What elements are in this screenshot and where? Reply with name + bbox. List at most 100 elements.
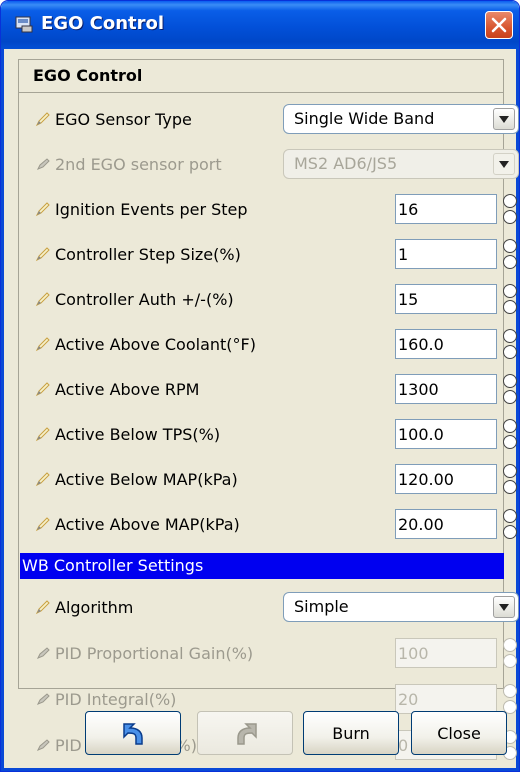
setting-row: Controller Auth +/-(%) — [31, 282, 517, 316]
value-spinner[interactable] — [503, 464, 517, 494]
setting-value-input[interactable] — [398, 688, 492, 710]
spinner-down-button[interactable] — [503, 435, 517, 449]
ego-control-window: EGO Control EGO Control EGO Sensor Type S… — [0, 0, 520, 772]
setting-input[interactable] — [395, 329, 497, 359]
chevron-down-icon — [499, 604, 509, 611]
setting-row: Controller Step Size(%) — [31, 237, 517, 271]
spinner-down-button[interactable] — [503, 300, 517, 314]
setting-value-input[interactable] — [398, 333, 492, 355]
setting-input[interactable] — [395, 239, 497, 269]
close-label: Close — [437, 724, 481, 743]
undo-arrow-icon — [123, 723, 143, 745]
select-value: Simple — [294, 597, 349, 616]
spinner-up-button[interactable] — [503, 284, 517, 298]
spinner-up-button[interactable] — [503, 509, 517, 523]
setting-input[interactable] — [395, 464, 497, 494]
pen-icon — [35, 600, 50, 615]
pen-icon — [36, 693, 50, 705]
setting-input[interactable] — [395, 638, 497, 668]
value-spinner[interactable] — [503, 374, 517, 404]
spinner-down-button[interactable] — [503, 390, 517, 404]
redo-button[interactable] — [197, 711, 293, 755]
setting-input[interactable] — [395, 419, 497, 449]
value-spinner[interactable] — [503, 329, 517, 359]
chevron-down-icon — [499, 161, 509, 168]
value-spinner[interactable] — [503, 419, 517, 449]
undo-button[interactable] — [85, 711, 181, 755]
close-button[interactable]: Close — [411, 711, 507, 755]
wb-section-header: WB Controller Settings — [20, 553, 504, 579]
value-spinner[interactable] — [503, 638, 517, 668]
value-spinner[interactable] — [503, 284, 517, 314]
setting-select[interactable]: MS2 AD6/JS5 — [283, 149, 519, 179]
setting-value-input[interactable] — [398, 288, 492, 310]
setting-label: Active Above MAP(kPa) — [55, 515, 240, 534]
spinner-down-button[interactable] — [503, 210, 517, 224]
setting-label: Active Above RPM — [55, 380, 200, 399]
spinner-up-button[interactable] — [503, 329, 517, 343]
pen-icon — [35, 382, 50, 397]
redo-arrow-icon — [237, 723, 257, 745]
settings-panel: EGO Control EGO Sensor Type Single Wide B… — [18, 59, 519, 760]
spinner-up-button[interactable] — [503, 419, 517, 433]
setting-value-input[interactable] — [398, 198, 492, 220]
pen-icon — [35, 517, 50, 532]
chevron-down-icon — [499, 116, 509, 123]
pen-icon — [36, 647, 50, 659]
pen-icon — [35, 337, 50, 352]
setting-row: Active Below MAP(kPa) — [31, 462, 517, 496]
burn-button[interactable]: Burn — [303, 711, 399, 755]
setting-label: Controller Auth +/-(%) — [55, 290, 234, 309]
setting-input[interactable] — [395, 374, 497, 404]
value-spinner[interactable] — [503, 239, 517, 269]
setting-label: PID Integral(%) — [55, 690, 177, 709]
spinner-down-button[interactable] — [503, 525, 517, 539]
dropdown-button[interactable] — [493, 596, 515, 618]
value-spinner[interactable] — [503, 684, 517, 714]
setting-input[interactable] — [395, 684, 497, 714]
title-bar[interactable]: EGO Control — [1, 1, 519, 49]
spinner-up-button[interactable] — [503, 239, 517, 253]
setting-value-input[interactable] — [398, 513, 492, 535]
spinner-up-button[interactable] — [503, 374, 517, 388]
pen-icon — [35, 472, 50, 487]
setting-value-input[interactable] — [398, 468, 492, 490]
setting-input[interactable] — [395, 194, 497, 224]
setting-value-input[interactable] — [398, 423, 492, 445]
setting-row: 2nd EGO sensor port MS2 AD6/JS5 — [31, 147, 519, 181]
pen-icon — [35, 247, 50, 262]
dropdown-button[interactable] — [493, 153, 515, 175]
setting-label: Active Below TPS(%) — [55, 425, 221, 444]
value-spinner[interactable] — [503, 194, 517, 224]
spinner-up-button[interactable] — [503, 464, 517, 478]
setting-label: Controller Step Size(%) — [55, 245, 241, 264]
spinner-up-button[interactable] — [503, 684, 517, 698]
setting-row: Ignition Events per Step — [31, 192, 517, 226]
burn-label: Burn — [332, 724, 370, 743]
select-value: Single Wide Band — [294, 109, 435, 128]
setting-row: Active Above MAP(kPa) — [31, 507, 517, 541]
dropdown-button[interactable] — [493, 108, 515, 130]
close-window-button[interactable] — [485, 11, 513, 39]
setting-value-input[interactable] — [398, 243, 492, 265]
close-icon — [491, 17, 507, 33]
spinner-down-button[interactable] — [503, 345, 517, 359]
setting-input[interactable] — [395, 284, 497, 314]
pen-icon — [35, 292, 50, 307]
setting-select[interactable]: Simple — [283, 592, 519, 622]
setting-row: Algorithm Simple — [31, 590, 519, 624]
value-spinner[interactable] — [503, 509, 517, 539]
setting-input[interactable] — [395, 509, 497, 539]
setting-select[interactable]: Single Wide Band — [283, 104, 519, 134]
spinner-up-button[interactable] — [503, 638, 517, 652]
setting-label: PID Proportional Gain(%) — [55, 644, 254, 663]
spinner-down-button[interactable] — [503, 255, 517, 269]
setting-value-input[interactable] — [398, 378, 492, 400]
setting-label: 2nd EGO sensor port — [55, 155, 222, 174]
spinner-down-button[interactable] — [503, 654, 517, 668]
pen-icon — [36, 158, 50, 170]
spinner-up-button[interactable] — [503, 194, 517, 208]
pen-icon — [35, 427, 50, 442]
spinner-down-button[interactable] — [503, 480, 517, 494]
setting-value-input[interactable] — [398, 642, 492, 664]
